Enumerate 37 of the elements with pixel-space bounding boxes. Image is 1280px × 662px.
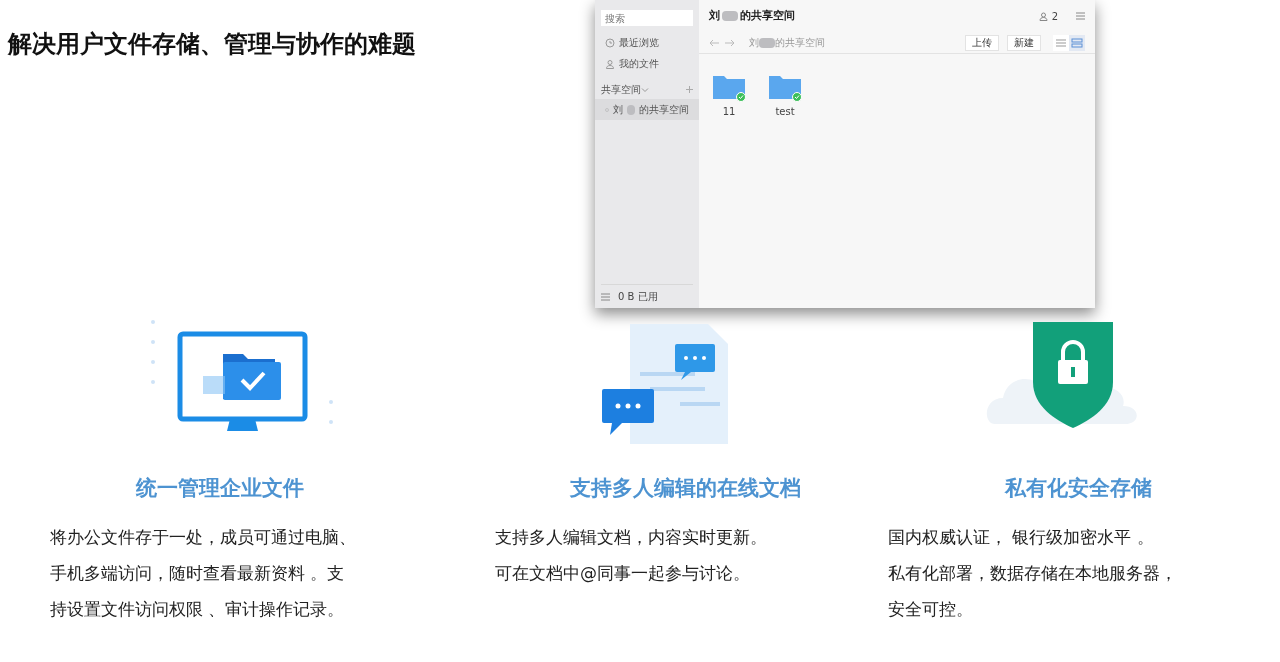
view-toggle-button[interactable] bbox=[1053, 34, 1069, 51]
redacted-blur bbox=[722, 11, 738, 21]
window-title: 的共享空间 bbox=[740, 7, 795, 24]
grid-view-icon bbox=[1071, 36, 1083, 49]
space-name[interactable]: 的共享空间 bbox=[639, 102, 689, 117]
folder-name[interactable]: test bbox=[775, 104, 795, 119]
feature-title: 统一管理企业文件 bbox=[135, 476, 305, 502]
feature-title: 支持多人编辑的在线文档 bbox=[568, 476, 802, 502]
back-arrow-icon bbox=[709, 38, 719, 47]
feature-title: 私有化安全存储 bbox=[1003, 476, 1153, 502]
headline: 解决用户文件存储、管理与协作的难题 bbox=[8, 30, 417, 59]
toolbar-button[interactable]: 上传 bbox=[965, 34, 999, 51]
sidebar-item[interactable]: 我的文件 bbox=[601, 53, 693, 74]
redacted-blur bbox=[627, 104, 635, 115]
clock-icon bbox=[605, 37, 615, 48]
feature-description: 支持多人编辑文档，内容实时更新。 可在文档中@同事一起参与讨论。 bbox=[495, 526, 768, 586]
list-view-icon bbox=[1055, 36, 1067, 49]
feature-description: 将办公文件存于一处，成员可通过电脑、 手机多端访问，随时查看最新资料 。支 持设置文件访问权限 、审计操作记录。 bbox=[50, 526, 357, 622]
forward-arrow-icon bbox=[725, 38, 735, 47]
redacted-blur bbox=[759, 37, 775, 48]
sidebar-item[interactable]: 刘 的共享空间 bbox=[595, 99, 699, 120]
search-field[interactable]: 搜索 bbox=[601, 10, 693, 26]
sidebar-item[interactable]: 最近浏览 bbox=[601, 32, 693, 53]
menu-icon bbox=[601, 292, 610, 301]
person-icon bbox=[605, 58, 615, 69]
storage-usage: 0 B 已用 bbox=[618, 290, 658, 304]
window-title: 刘 bbox=[709, 7, 720, 24]
folder-name[interactable]: 11 bbox=[722, 104, 736, 119]
feature-description: 国内权威认证， 银行级加密水平 。 私有化部署，数据存储在本地服务器， 安全可控。 bbox=[888, 526, 1178, 622]
section-label: 共享空间 bbox=[601, 83, 641, 97]
view-toggle-button[interactable] bbox=[1069, 34, 1085, 51]
member-count: 2 bbox=[1051, 9, 1058, 24]
space-name[interactable]: 刘 bbox=[613, 102, 623, 117]
person-icon bbox=[1038, 11, 1048, 21]
toolbar-button[interactable]: 新建 bbox=[1007, 34, 1041, 51]
plus-icon bbox=[686, 86, 693, 93]
menu-icon bbox=[1076, 12, 1085, 20]
